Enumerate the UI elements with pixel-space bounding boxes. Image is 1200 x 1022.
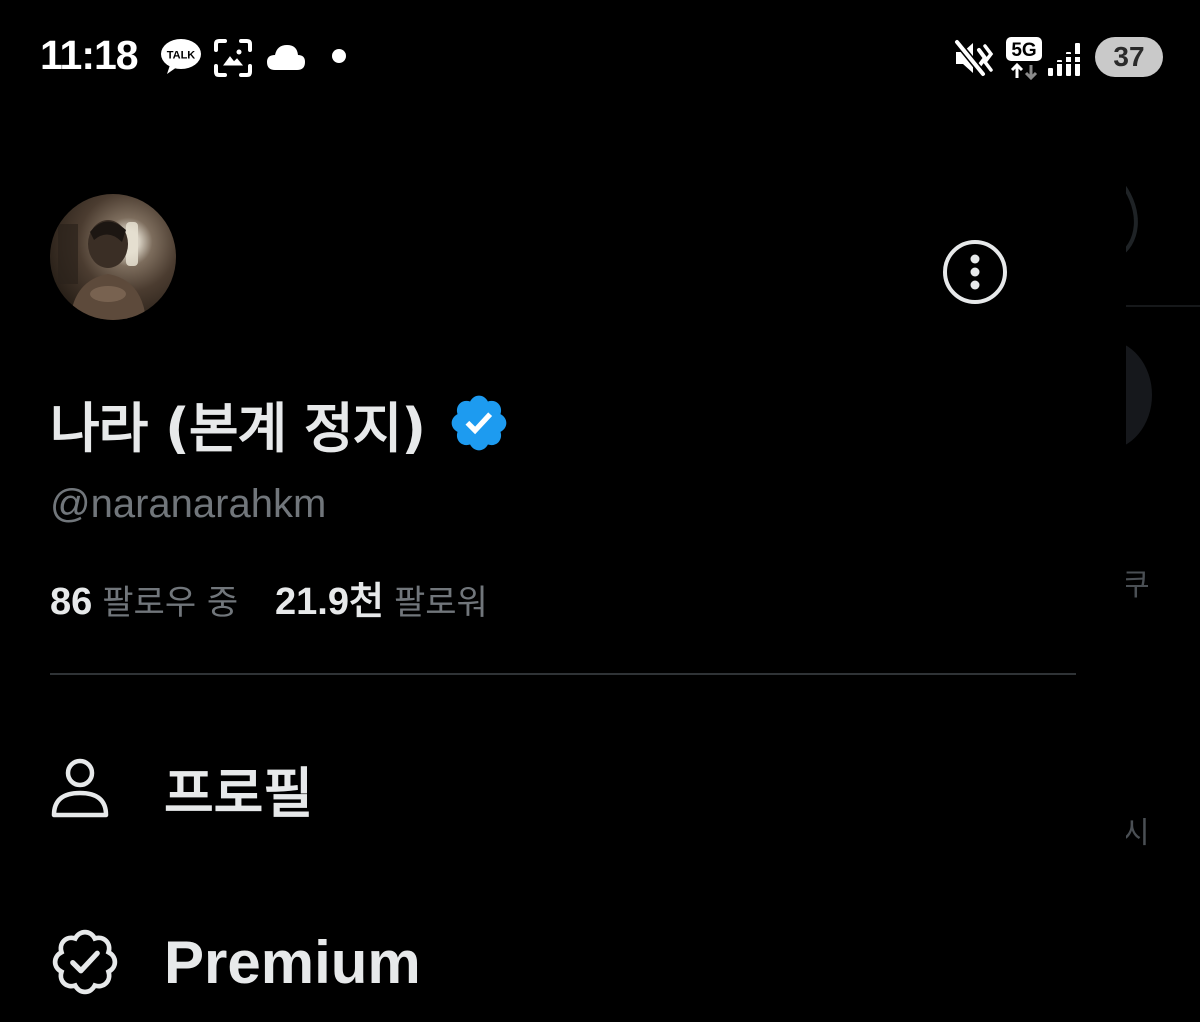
background-text: 시 [1122, 816, 1150, 851]
menu-item-label: Premium [164, 928, 421, 996]
menu-item-premium[interactable]: Premium [50, 912, 1050, 1012]
notification-dot-icon [332, 49, 346, 63]
more-vertical-icon [970, 254, 980, 290]
followers-link[interactable]: 21.9천 팔로워 [275, 570, 488, 625]
status-bar: 11:18 TALK 5G 37 [0, 0, 1200, 120]
kakaotalk-label: TALK [167, 50, 196, 62]
followers-count: 21.9천 [275, 581, 384, 623]
vibrate-mute-icon [953, 38, 995, 82]
following-link[interactable]: 86 팔로우 중 [50, 575, 238, 624]
battery-level: 37 [1113, 41, 1145, 72]
network-5g-icon: 5G [1005, 36, 1043, 84]
person-icon [50, 751, 124, 825]
user-handle: @naranarahkm [50, 482, 327, 526]
navigation-drawer: 나라 (본계 정지) @naranarahkm 86 팔로우 중 21.9천 팔로워… [0, 120, 1126, 1022]
cloud-icon [265, 42, 307, 76]
display-name: 나라 (본계 정지) [50, 396, 426, 460]
verified-badge-icon[interactable] [447, 391, 511, 459]
divider [50, 673, 1076, 675]
signal-icon [1046, 40, 1086, 82]
status-time: 11:18 [40, 32, 139, 78]
display-name-row[interactable]: 나라 (본계 정지) [50, 388, 511, 460]
following-label: 팔로우 중 [102, 583, 239, 623]
background-text: 쿠 [1122, 568, 1150, 603]
followers-label: 팔로워 [393, 583, 488, 623]
avatar[interactable] [50, 194, 176, 320]
screen-capture-icon [213, 38, 253, 82]
following-count: 86 [50, 581, 93, 623]
background-divider [1125, 305, 1200, 307]
menu-item-label: 프로필 [164, 761, 314, 825]
menu-item-profile[interactable]: 프로필 [50, 738, 1050, 838]
verified-badge-icon [50, 925, 124, 999]
network-label: 5G [1011, 40, 1036, 61]
kakaotalk-icon: TALK [160, 38, 202, 80]
more-options-button[interactable] [943, 240, 1007, 304]
follow-stats: 86 팔로우 중 21.9천 팔로워 [50, 570, 488, 625]
battery-icon: 37 [1095, 37, 1163, 77]
